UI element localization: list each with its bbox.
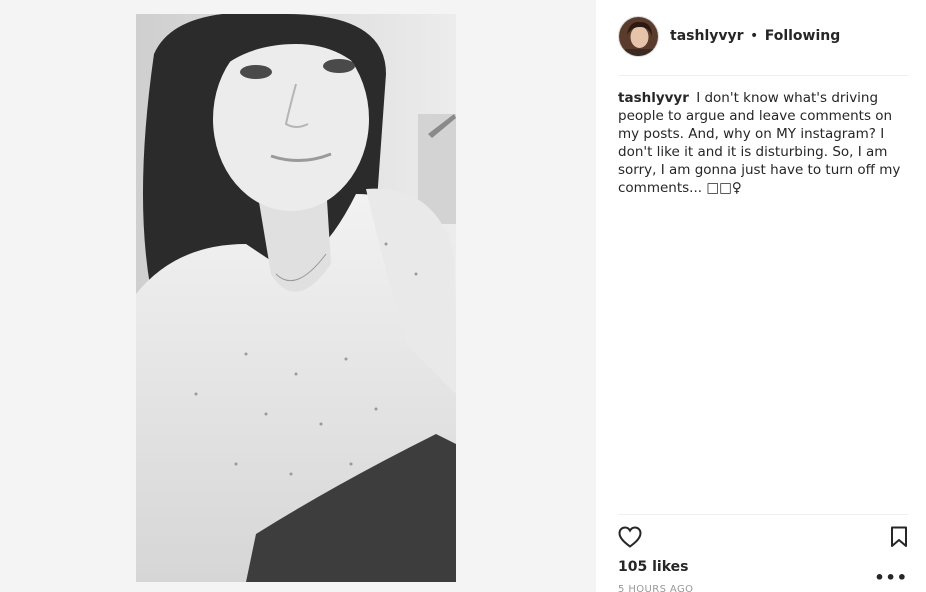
media-area [0,0,596,592]
post-header: tashlyvyr • Following [618,16,908,76]
following-button[interactable]: Following [765,28,841,44]
avatar-image [619,17,658,56]
header-text: tashlyvyr • Following [670,28,840,44]
likes-count[interactable]: 105 likes [618,559,688,575]
bookmark-icon[interactable] [890,526,908,552]
avatar[interactable] [618,16,659,57]
post-photo[interactable] [136,14,456,582]
username-link[interactable]: tashlyvyr [670,28,744,44]
post-actions: 105 likes ••• 5 HOURS AGO [618,514,908,592]
separator-dot: • [749,28,759,44]
caption-username-link[interactable]: tashlyvyr [618,90,689,106]
more-options-icon[interactable]: ••• [874,568,908,587]
post-caption: tashlyvyr I don't know what's driving pe… [618,89,908,197]
post-details-panel: tashlyvyr • Following tashlyvyr I don't … [596,0,926,592]
selfie-image [136,14,456,582]
heart-icon[interactable] [618,526,642,552]
post-timestamp: 5 HOURS AGO [618,584,694,592]
post-viewer: tashlyvyr • Following tashlyvyr I don't … [0,0,926,592]
